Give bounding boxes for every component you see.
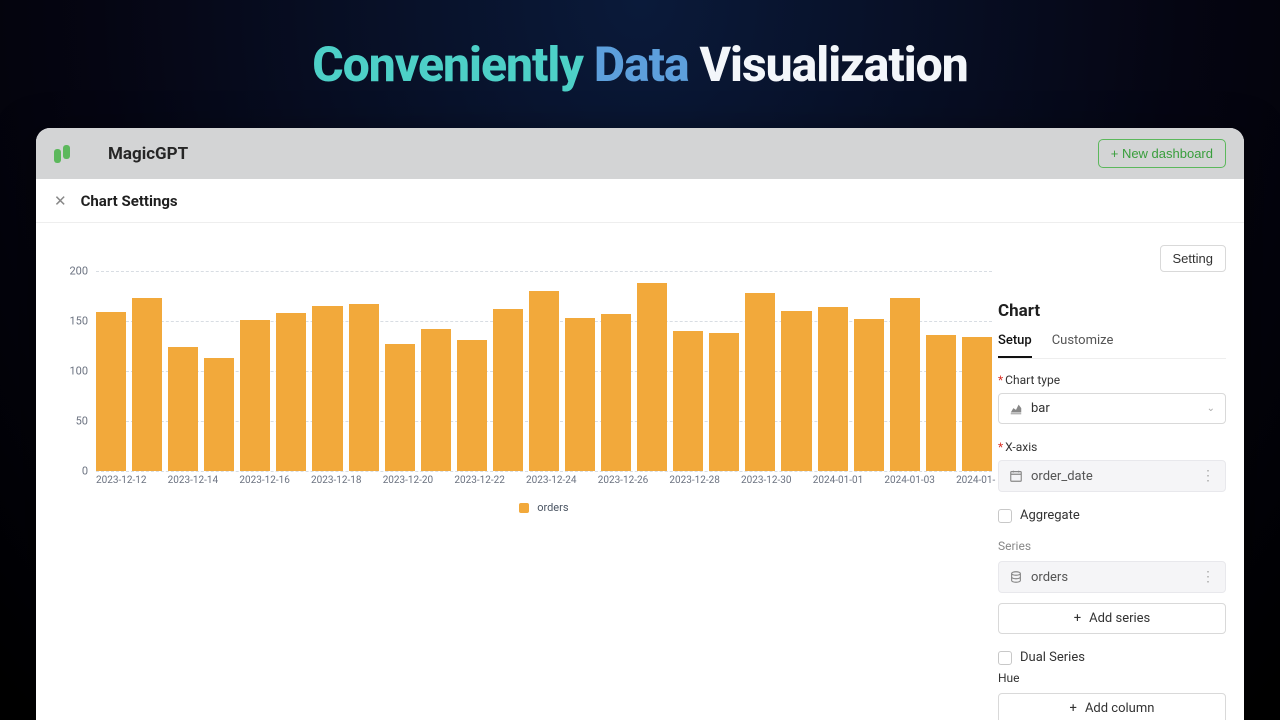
bar [637, 283, 667, 471]
hero-title: Conveniently Data Visualization [0, 0, 1280, 93]
app-window: MagicGPT + New dashboard ✕ Chart Setting… [36, 128, 1244, 720]
bar [854, 319, 884, 471]
bar [890, 298, 920, 471]
subheader: ✕ Chart Settings [36, 179, 1244, 223]
bar [601, 314, 631, 471]
series-section-label: Series [998, 539, 1226, 553]
chart-type-value: bar [1031, 401, 1050, 416]
bar [276, 313, 306, 471]
legend-swatch-icon [519, 503, 529, 513]
add-column-button[interactable]: + Add column [998, 693, 1226, 720]
content-area: Setting 050100150200 2023-12-122023-12-1… [36, 223, 1244, 720]
database-icon [1009, 570, 1023, 584]
plus-icon: + [1074, 611, 1081, 626]
hue-label: Hue [998, 671, 1226, 685]
hero-word-3: Visualization [700, 36, 968, 93]
checkbox-icon [998, 651, 1012, 665]
dual-series-checkbox[interactable]: Dual Series [998, 650, 1226, 665]
bar [349, 304, 379, 471]
setting-button[interactable]: Setting [1160, 245, 1226, 272]
tab-setup[interactable]: Setup [998, 333, 1032, 358]
bar [926, 335, 956, 471]
x-tick: 2023-12-20 [383, 475, 455, 486]
bar [493, 309, 523, 471]
x-tick: 2023-12-28 [669, 475, 741, 486]
bar [204, 358, 234, 471]
x-tick: 2023-12-16 [239, 475, 311, 486]
chart-area-icon [1009, 402, 1023, 416]
y-tick: 50 [76, 415, 88, 428]
brand-name: MagicGPT [108, 144, 188, 164]
page-title: Chart Settings [81, 192, 178, 210]
chart: 050100150200 2023-12-122023-12-142023-12… [52, 271, 992, 511]
new-dashboard-button[interactable]: + New dashboard [1098, 139, 1226, 168]
x-tick: 2023-12-18 [311, 475, 383, 486]
panel-tabs: Setup Customize [998, 333, 1226, 359]
bar [312, 306, 342, 471]
bar [240, 320, 270, 471]
logo-icon [54, 145, 74, 163]
chart-legend: orders [96, 501, 992, 514]
bar [96, 312, 126, 471]
close-icon[interactable]: ✕ [54, 192, 67, 210]
x-axis-value: order_date [1031, 469, 1093, 484]
x-tick: 2023-12-26 [598, 475, 670, 486]
calendar-icon [1009, 469, 1023, 483]
brand[interactable]: MagicGPT [54, 144, 188, 164]
chart-bars [96, 271, 992, 471]
hero-word-1: Conveniently [312, 36, 583, 93]
panel-title: Chart [998, 301, 1226, 321]
bar [673, 331, 703, 471]
more-icon[interactable]: ⋮ [1201, 468, 1215, 484]
y-tick: 0 [82, 465, 88, 478]
y-tick: 200 [69, 265, 88, 278]
bar [818, 307, 848, 471]
bar [709, 333, 739, 471]
chart-type-label: *Chart type [998, 373, 1226, 387]
chevron-down-icon: ⌄ [1207, 403, 1215, 414]
chart-settings-panel: Chart Setup Customize *Chart type bar ⌄ … [998, 301, 1226, 720]
x-tick: 2023-12-12 [96, 475, 168, 486]
y-axis: 050100150200 [52, 271, 92, 471]
bar [529, 291, 559, 471]
bar [962, 337, 992, 471]
x-axis-field[interactable]: order_date ⋮ [998, 460, 1226, 492]
add-series-button[interactable]: + Add series [998, 603, 1226, 634]
x-tick: 2023-12-30 [741, 475, 813, 486]
chart-type-select[interactable]: bar ⌄ [998, 393, 1226, 424]
bar [457, 340, 487, 471]
legend-label: orders [537, 501, 568, 514]
x-tick: 2023-12-14 [168, 475, 240, 486]
y-tick: 150 [69, 315, 88, 328]
more-icon[interactable]: ⋮ [1201, 569, 1215, 585]
aggregate-label: Aggregate [1020, 508, 1080, 523]
y-tick: 100 [69, 365, 88, 378]
x-axis: 2023-12-122023-12-142023-12-162023-12-18… [96, 475, 992, 486]
bar [745, 293, 775, 471]
bar [168, 347, 198, 471]
x-tick: 2024-01-01 [813, 475, 885, 486]
x-tick: 2024-01-03 [884, 475, 956, 486]
x-tick: 2024-01- [956, 475, 992, 486]
series-value: orders [1031, 570, 1068, 585]
bar [421, 329, 451, 471]
checkbox-icon [998, 509, 1012, 523]
hero-word-2: Data [594, 36, 689, 93]
bar [781, 311, 811, 471]
bar [565, 318, 595, 471]
dual-series-label: Dual Series [1020, 650, 1085, 665]
series-field[interactable]: orders ⋮ [998, 561, 1226, 593]
bar [132, 298, 162, 471]
app-header: MagicGPT + New dashboard [36, 128, 1244, 179]
x-tick: 2023-12-24 [526, 475, 598, 486]
plus-icon: + [1070, 701, 1077, 716]
x-axis-label: *X-axis [998, 440, 1226, 454]
aggregate-checkbox[interactable]: Aggregate [998, 508, 1226, 523]
x-tick: 2023-12-22 [454, 475, 526, 486]
bar [385, 344, 415, 471]
tab-customize[interactable]: Customize [1052, 333, 1114, 358]
